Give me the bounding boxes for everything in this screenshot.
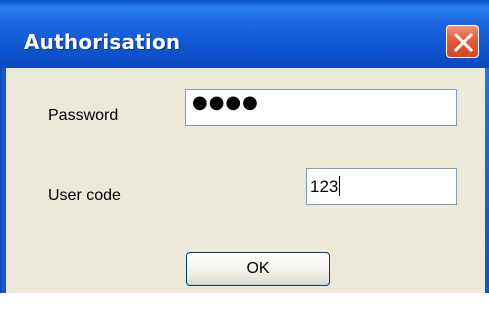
window-title: Authorisation <box>24 30 181 54</box>
close-button[interactable] <box>446 25 479 58</box>
password-label: Password <box>48 107 119 124</box>
usercode-field[interactable]: 123 <box>306 168 457 205</box>
ok-button[interactable]: OK <box>186 252 330 286</box>
usercode-value: 123 <box>310 177 339 196</box>
ok-button-label: OK <box>246 260 270 277</box>
title-bar[interactable]: Authorisation <box>0 0 489 68</box>
close-icon <box>453 32 474 53</box>
authorisation-dialog: Authorisation Password ●●●● User code 12… <box>0 0 489 293</box>
password-mask: ●●●● <box>192 92 259 113</box>
usercode-label: User code <box>48 187 121 204</box>
text-caret <box>339 176 341 196</box>
password-field[interactable]: ●●●● <box>185 89 457 126</box>
